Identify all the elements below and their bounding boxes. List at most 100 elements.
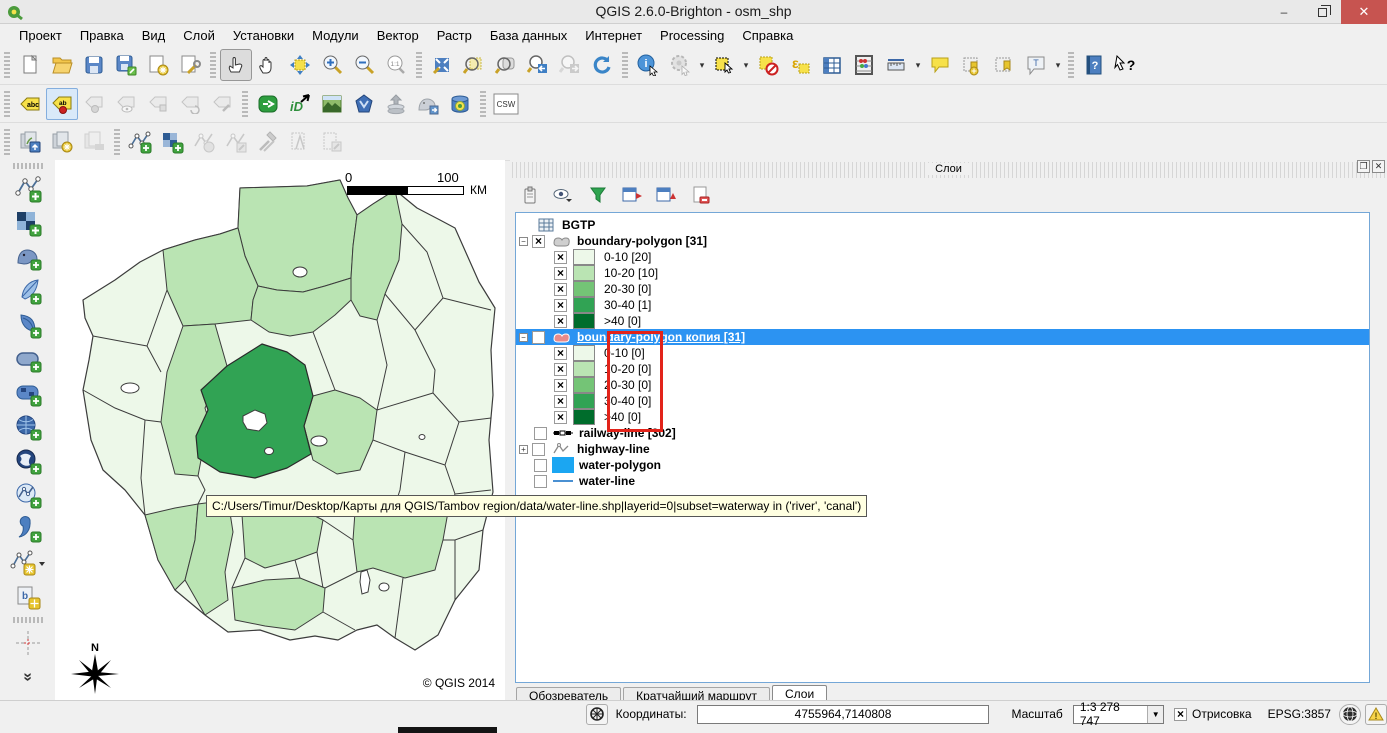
layer-row-water-line[interactable]: × water-line (516, 473, 1369, 489)
zoom-last-icon[interactable] (522, 49, 554, 81)
toolbar-drag-handle[interactable] (480, 91, 486, 117)
extent-tracking-button[interactable] (586, 704, 608, 725)
label-rotate-icon[interactable] (174, 88, 206, 120)
annotation-dropdown-icon[interactable]: ▾ (1052, 60, 1064, 71)
tools-hammer-icon[interactable] (252, 126, 284, 158)
new-vector-disabled-icon[interactable] (188, 126, 220, 158)
collapse-expander[interactable]: − (519, 237, 528, 246)
zoom-out-icon[interactable] (348, 49, 380, 81)
menu-vector[interactable]: Вектор (368, 26, 428, 45)
qgis-database-icon[interactable] (444, 88, 476, 120)
whats-this-icon[interactable]: ? (1110, 49, 1142, 81)
label-pin-icon[interactable]: ab (46, 88, 78, 120)
dock-float-button[interactable]: ❐ (1357, 160, 1370, 173)
add-oracle-layer-icon[interactable] (10, 342, 46, 376)
zoom-to-selection-icon[interactable] (458, 49, 490, 81)
layer-row-bgtp[interactable]: BGTP (516, 217, 1369, 233)
metasearch-icon[interactable] (348, 88, 380, 120)
class-checkbox[interactable]: × (554, 299, 567, 312)
render-checkbox[interactable]: × (1174, 708, 1187, 721)
measure-icon[interactable] (880, 49, 912, 81)
toolbar-drag-handle[interactable] (210, 52, 216, 78)
toolbar-drag-handle[interactable] (416, 52, 422, 78)
labeling-icon[interactable]: abc (14, 88, 46, 120)
add-spatialite-layer-icon[interactable] (10, 274, 46, 308)
minimize-button[interactable]: – (1265, 0, 1303, 24)
identify-features-icon[interactable]: i (632, 49, 664, 81)
dock-header[interactable]: Слои (512, 162, 1385, 178)
coordinates-input[interactable] (697, 705, 990, 724)
add-wfs-layer-icon[interactable] (10, 478, 46, 512)
layers-new-icon[interactable] (46, 126, 78, 158)
menu-edit[interactable]: Правка (71, 26, 133, 45)
add-wms-layer-icon[interactable] (10, 410, 46, 444)
toolbar-drag-handle[interactable] (4, 91, 10, 117)
close-button[interactable]: ✕ (1341, 0, 1387, 24)
select-by-expression-icon[interactable]: ε (784, 49, 816, 81)
touch-zoom-tool-icon[interactable] (220, 49, 252, 81)
toolbar-drag-handle[interactable] (13, 617, 43, 623)
layer-checkbox[interactable]: × (534, 427, 547, 440)
messages-warning-button[interactable]: ! (1365, 704, 1387, 725)
edit-vector-disabled-icon[interactable] (220, 126, 252, 158)
class-checkbox[interactable]: × (554, 267, 567, 280)
class-checkbox[interactable]: × (554, 283, 567, 296)
label-unpin-icon[interactable] (78, 88, 110, 120)
menu-help[interactable]: Справка (733, 26, 802, 45)
add-delimited-text-layer-icon[interactable] (10, 512, 46, 546)
layer-checkbox[interactable]: × (532, 443, 545, 456)
toolbar-drag-handle[interactable] (622, 52, 628, 78)
new-gpx-layer-icon[interactable]: b (10, 580, 46, 614)
toolbar-drag-handle[interactable] (4, 52, 10, 78)
deselect-features-icon[interactable] (752, 49, 784, 81)
class-checkbox[interactable]: × (554, 395, 567, 408)
add-vector-layer-icon[interactable] (10, 172, 46, 206)
new-project-icon[interactable] (14, 49, 46, 81)
add-db2-layer-icon[interactable] (10, 376, 46, 410)
layer-checkbox[interactable]: × (532, 235, 545, 248)
layer-row-highway-line[interactable]: + × highway-line (516, 441, 1369, 457)
class-checkbox[interactable]: × (554, 379, 567, 392)
filter-legend-icon[interactable] (586, 183, 610, 207)
pan-map-icon[interactable] (252, 49, 284, 81)
select-features-dropdown-icon[interactable]: ▾ (740, 60, 752, 71)
feature-action-icon[interactable] (664, 49, 696, 81)
add-mssql-layer-icon[interactable] (10, 308, 46, 342)
add-vector-feature-icon[interactable] (124, 126, 156, 158)
collapse-expander[interactable]: − (519, 333, 528, 342)
menu-database[interactable]: База данных (481, 26, 576, 45)
class-checkbox[interactable]: × (554, 363, 567, 376)
layer-row-boundary-polygon[interactable]: − × boundary-polygon [31] (516, 233, 1369, 249)
menu-project[interactable]: Проект (10, 26, 71, 45)
legend-row[interactable]: ×20-30 [0] (516, 281, 1369, 297)
statistics-icon[interactable] (848, 49, 880, 81)
layer-row-water-polygon[interactable]: × water-polygon (516, 457, 1369, 473)
save-project-as-icon[interactable] (110, 49, 142, 81)
select-features-icon[interactable] (708, 49, 740, 81)
map-canvas[interactable]: 0 100 КМ N © QGIS 2014 (55, 160, 505, 700)
measure-dropdown-icon[interactable]: ▾ (912, 60, 924, 71)
zoom-in-icon[interactable] (316, 49, 348, 81)
expand-all-icon[interactable] (620, 183, 644, 207)
zoom-to-layer-icon[interactable] (490, 49, 522, 81)
manage-visibility-icon[interactable] (552, 183, 576, 207)
add-raster-layer-icon[interactable] (10, 206, 46, 240)
cad-crosshair-icon[interactable] (10, 626, 46, 660)
legend-row[interactable]: ×10-20 [10] (516, 265, 1369, 281)
text-annotation-icon[interactable]: T (1020, 49, 1052, 81)
id-tool-icon[interactable]: iD (284, 88, 316, 120)
class-checkbox[interactable]: × (554, 411, 567, 424)
scale-combobox[interactable]: 1:3 278 747 ▼ (1073, 705, 1164, 724)
menu-raster[interactable]: Растр (428, 26, 481, 45)
class-checkbox[interactable]: × (554, 347, 567, 360)
label-move-icon[interactable] (142, 88, 174, 120)
upload-layers-icon[interactable] (380, 88, 412, 120)
legend-row[interactable]: ×0-10 [20] (516, 249, 1369, 265)
menu-settings[interactable]: Установки (224, 26, 303, 45)
edit-paste-icon[interactable] (316, 126, 348, 158)
toolbar-drag-handle[interactable] (13, 163, 43, 169)
more-tools-chevron-icon[interactable]: » (10, 660, 46, 694)
show-bookmarks-icon[interactable] (988, 49, 1020, 81)
crs-status-button[interactable] (1339, 704, 1361, 725)
layer-checkbox[interactable]: × (532, 331, 545, 344)
